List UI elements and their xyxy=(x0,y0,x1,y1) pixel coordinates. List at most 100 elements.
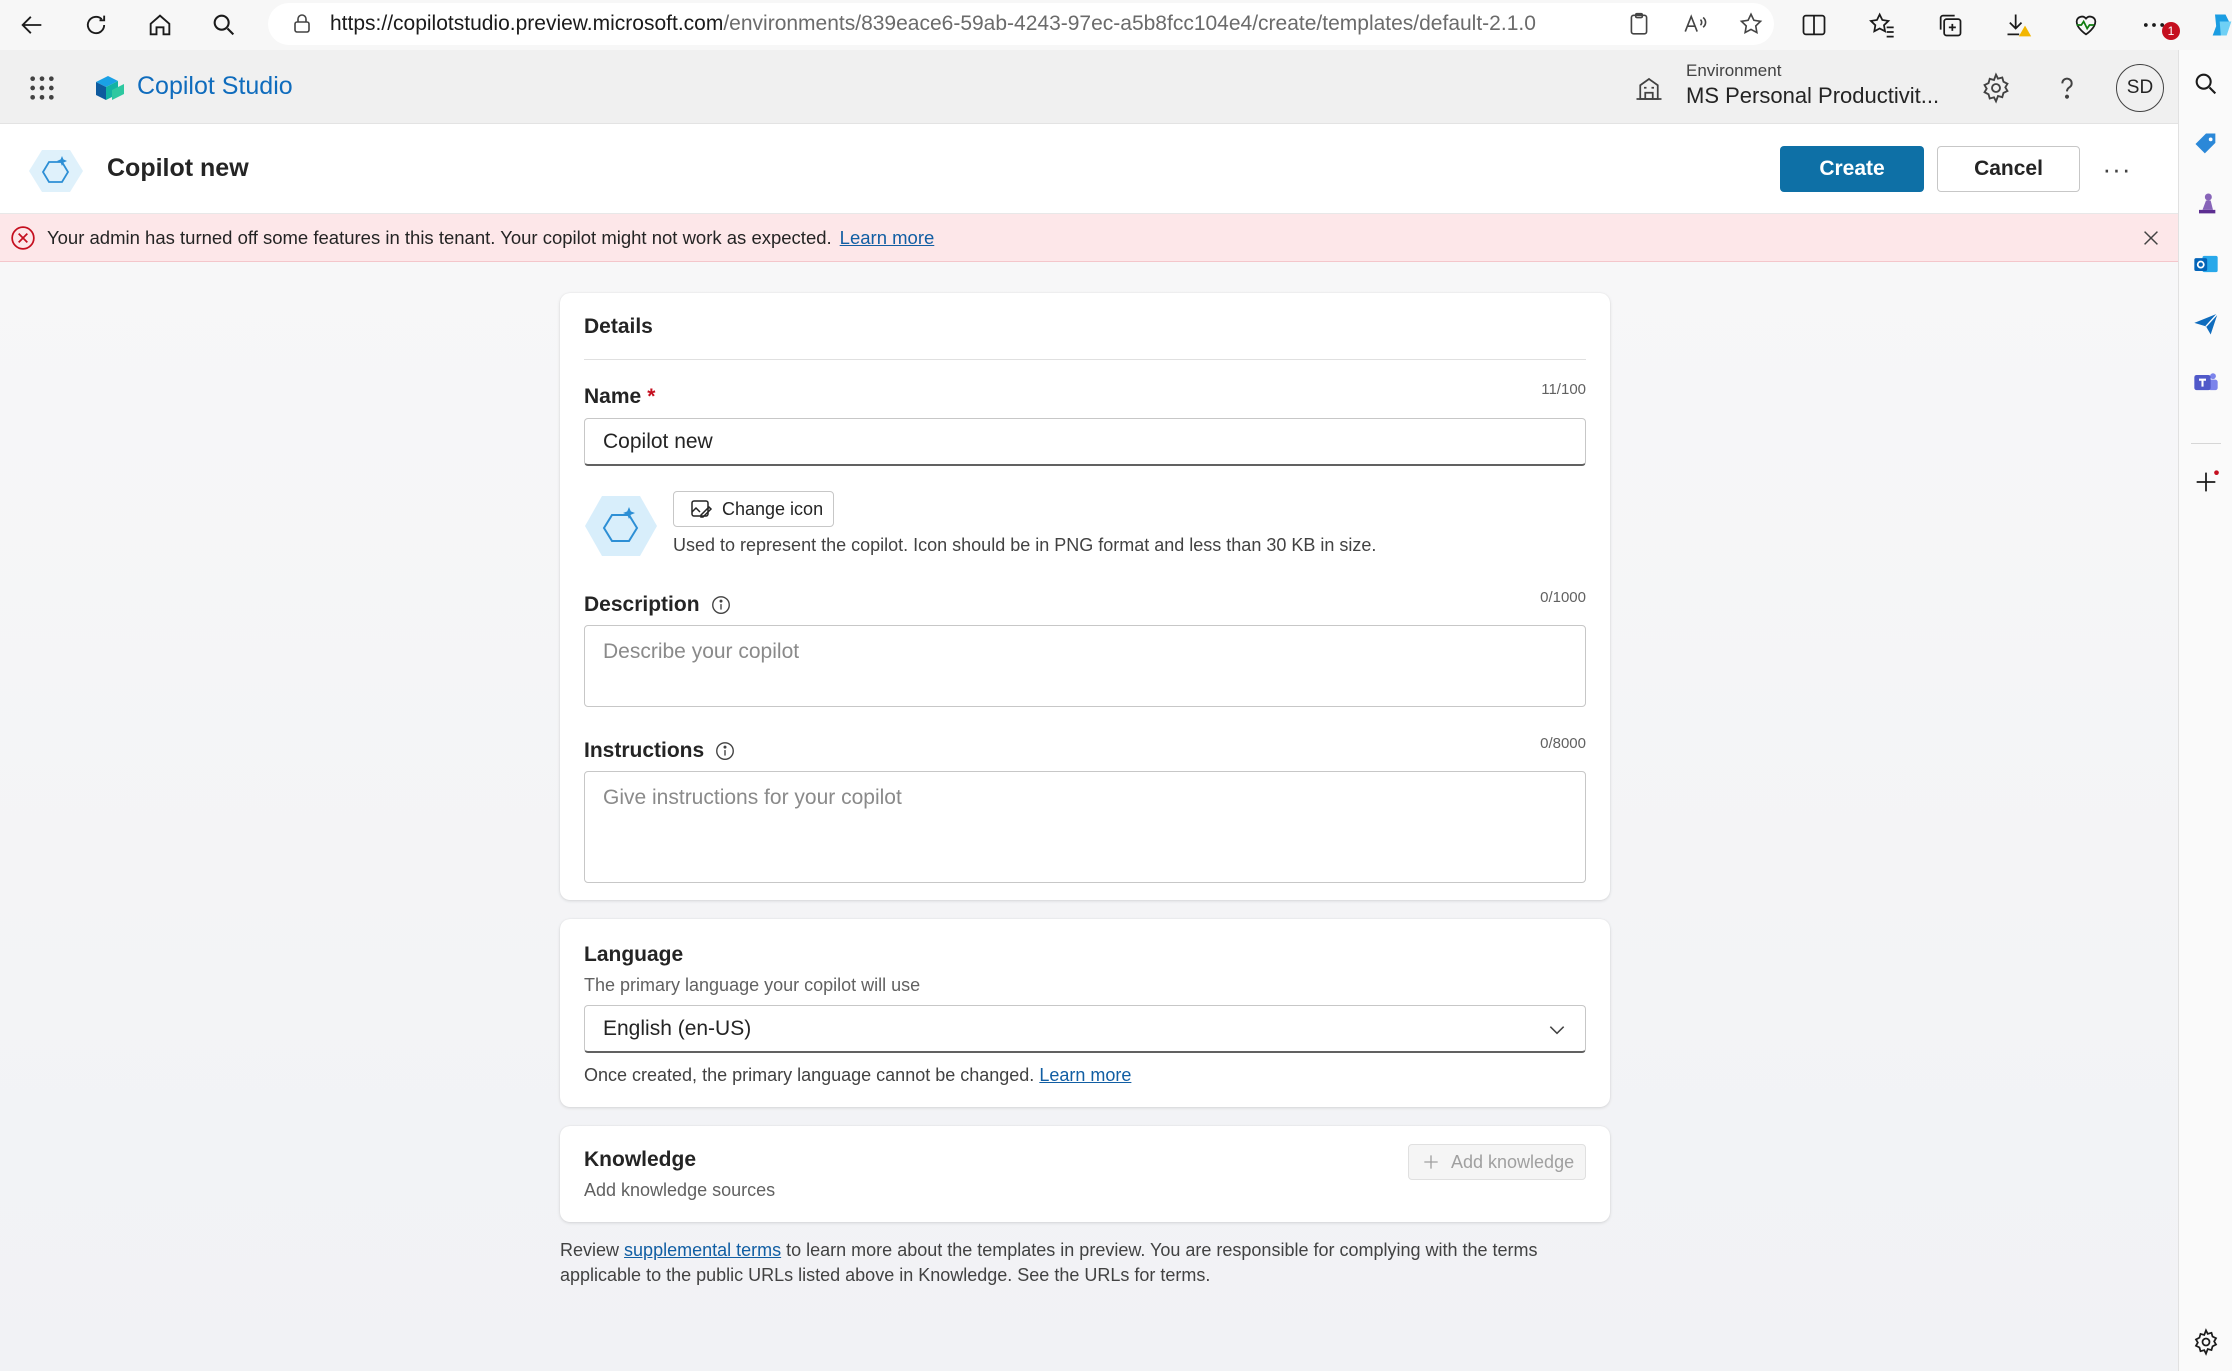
plus-icon xyxy=(1424,1155,1438,1169)
collections-button[interactable] xyxy=(1916,0,1984,50)
browser-essentials-button[interactable] xyxy=(2052,0,2120,50)
chevron-down-icon xyxy=(1549,1026,1565,1035)
back-button[interactable] xyxy=(0,0,64,50)
description-label-text: Description xyxy=(584,593,700,616)
name-input[interactable]: Copilot new xyxy=(584,418,1586,466)
sidebar-games-button[interactable] xyxy=(2192,190,2220,218)
chess-piece-icon xyxy=(2199,193,2216,214)
details-title: Details xyxy=(584,315,653,338)
banner-text: Your admin has turned off some features … xyxy=(47,227,832,248)
sidebar-settings-button[interactable] xyxy=(2192,1328,2220,1356)
change-icon-button[interactable]: Change icon xyxy=(673,491,834,527)
brand-name[interactable]: Copilot Studio xyxy=(137,72,293,101)
add-knowledge-label: Add knowledge xyxy=(1451,1151,1575,1172)
plus-icon xyxy=(2196,470,2219,492)
language-card: Language The primary language your copil… xyxy=(560,919,1610,1107)
url-host: https://copilotstudio.preview.microsoft.… xyxy=(330,12,724,35)
copilot-studio-logo xyxy=(96,76,124,100)
collections-icon xyxy=(1939,14,1962,37)
gear-icon xyxy=(2194,1328,2218,1356)
environment-label: Environment xyxy=(1686,61,1782,80)
search-icon xyxy=(213,14,235,36)
supplemental-terms-link[interactable]: supplemental terms xyxy=(624,1240,781,1260)
address-bar-actions xyxy=(1626,3,1764,45)
add-knowledge-button[interactable]: Add knowledge xyxy=(1408,1144,1586,1180)
cancel-button[interactable]: Cancel xyxy=(1937,146,2080,192)
search-icon xyxy=(2195,73,2217,95)
instructions-counter: 0/8000 xyxy=(1540,735,1586,752)
lock-icon xyxy=(294,14,310,33)
description-label: Description xyxy=(584,593,732,617)
language-learn-more-link[interactable]: Learn more xyxy=(1039,1065,1131,1085)
favorites-button[interactable] xyxy=(1848,0,1916,50)
split-screen-icon xyxy=(1802,14,1826,36)
url-path: /environments/839eace6-59ab-4243-97ec-a5… xyxy=(723,12,1536,35)
page-title: Copilot new xyxy=(107,154,249,182)
main-content: Details Name * 11/100 Copilot new Change … xyxy=(0,262,2178,1371)
edge-sidebar xyxy=(2178,50,2232,1371)
download-warning-icon xyxy=(2007,14,2032,37)
banner-message: Your admin has turned off some features … xyxy=(47,227,934,249)
refresh-button[interactable] xyxy=(64,0,128,50)
app-header: Copilot Studio Environment MS Personal P… xyxy=(0,50,2178,124)
address-bar[interactable]: https://copilotstudio.preview.microsoft.… xyxy=(268,3,1774,45)
language-note-text: Once created, the primary language canno… xyxy=(584,1065,1035,1085)
heart-pulse-icon xyxy=(2075,15,2097,36)
favorite-star-icon[interactable] xyxy=(1738,11,1764,37)
instructions-label-text: Instructions xyxy=(584,739,705,762)
split-screen-button[interactable] xyxy=(1780,0,1848,50)
change-icon-label: Change icon xyxy=(722,498,824,519)
description-counter: 0/1000 xyxy=(1540,589,1586,606)
notification-badge: 1 xyxy=(2162,22,2180,40)
user-avatar[interactable]: SD xyxy=(2116,64,2164,112)
info-icon[interactable] xyxy=(710,594,732,616)
more-options-button[interactable]: ··· xyxy=(2100,152,2134,186)
footer-prefix: Review xyxy=(560,1240,620,1260)
home-icon xyxy=(149,14,171,36)
create-button[interactable]: Create xyxy=(1780,146,1924,192)
paper-plane-icon xyxy=(2194,313,2219,335)
info-icon[interactable] xyxy=(714,740,736,762)
settings-and-more-button[interactable]: 1 xyxy=(2120,0,2188,50)
settings-gear-icon[interactable] xyxy=(1980,72,2012,104)
teams-icon xyxy=(2194,373,2218,391)
banner-learn-more-link[interactable]: Learn more xyxy=(840,227,935,248)
url-text: https://copilotstudio.preview.microsoft.… xyxy=(330,12,1536,36)
description-textarea[interactable]: Describe your copilot xyxy=(584,625,1586,707)
search-button[interactable] xyxy=(192,0,256,50)
language-dropdown[interactable]: English (en-US) xyxy=(584,1005,1586,1053)
name-label-text: Name xyxy=(584,385,642,408)
copilot-sidebar-button[interactable] xyxy=(2188,0,2232,50)
help-question-icon[interactable] xyxy=(2051,72,2083,104)
close-icon[interactable] xyxy=(2140,227,2162,249)
copilot-agent-icon xyxy=(29,150,83,192)
outlook-icon xyxy=(2194,255,2218,273)
sidebar-teams-button[interactable] xyxy=(2192,368,2220,396)
sidebar-divider xyxy=(2191,443,2221,444)
home-button[interactable] xyxy=(128,0,192,50)
copilot-icon xyxy=(2212,14,2232,36)
downloads-button[interactable] xyxy=(1984,0,2052,50)
app-launcher-icon[interactable] xyxy=(28,74,56,102)
sidebar-drop-button[interactable] xyxy=(2192,310,2220,338)
sidebar-shopping-button[interactable] xyxy=(2192,130,2220,158)
page-title-bar: Copilot new Create Cancel ··· xyxy=(0,124,2178,214)
details-card: Details Name * 11/100 Copilot new Change … xyxy=(560,293,1610,900)
image-edit-icon xyxy=(691,500,713,518)
language-selected-value: English (en-US) xyxy=(603,1016,752,1040)
name-label: Name * xyxy=(584,385,655,409)
sidebar-search-button[interactable] xyxy=(2192,70,2220,98)
required-asterisk: * xyxy=(647,385,656,408)
knowledge-title: Knowledge xyxy=(584,1148,697,1171)
language-note: Once created, the primary language canno… xyxy=(584,1065,1131,1086)
details-divider xyxy=(584,359,1586,360)
read-aloud-icon[interactable] xyxy=(1682,11,1708,37)
environment-name[interactable]: MS Personal Productivit... xyxy=(1686,83,1939,109)
favorites-icon xyxy=(1869,12,1894,38)
refresh-icon xyxy=(86,15,106,35)
sidebar-add-button[interactable] xyxy=(2192,468,2220,496)
instructions-textarea[interactable]: Give instructions for your copilot xyxy=(584,771,1586,883)
environment-icon[interactable] xyxy=(1634,74,1664,104)
clipboard-icon[interactable] xyxy=(1626,11,1652,37)
sidebar-outlook-button[interactable] xyxy=(2192,250,2220,278)
